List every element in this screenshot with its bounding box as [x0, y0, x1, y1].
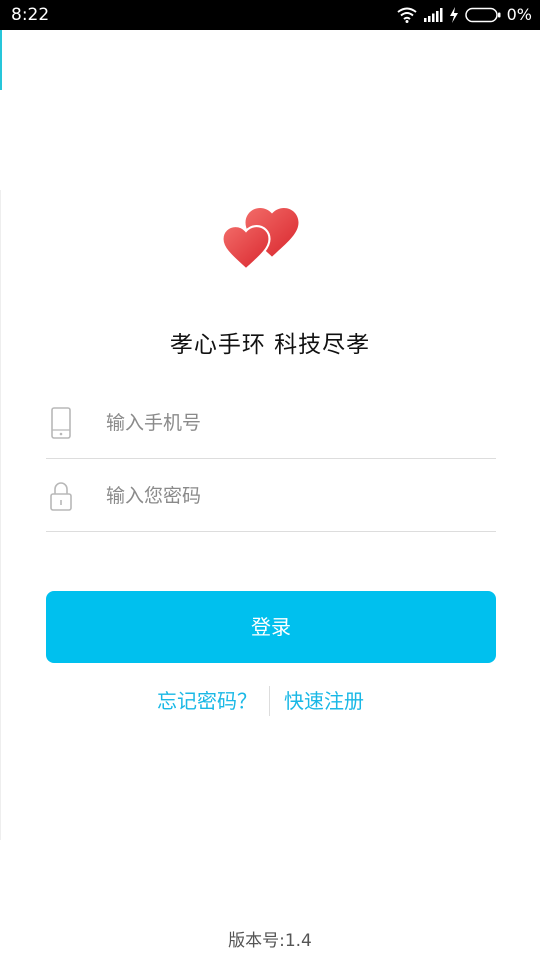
hearts-logo-icon [221, 207, 299, 271]
phone-field [46, 386, 496, 459]
version-label: 版本号:1.4 [228, 931, 312, 951]
edge-accent [0, 30, 2, 90]
phone-input[interactable] [106, 406, 486, 440]
login-button[interactable]: 登录 [46, 591, 496, 663]
charging-icon [449, 7, 458, 23]
status-bar: 8:22 0% [0, 0, 540, 30]
edge-line [0, 190, 1, 840]
wifi-icon [396, 7, 417, 23]
app-title: 孝心手环 科技尽孝 [169, 332, 371, 358]
battery-percent: 0% [506, 5, 532, 24]
quick-register-link[interactable]: 快速注册 [284, 684, 364, 718]
password-input[interactable] [106, 479, 486, 513]
battery-icon [464, 7, 501, 23]
link-divider [269, 686, 270, 716]
status-time: 8:22 [11, 5, 50, 25]
forgot-password-link[interactable]: 忘记密码？ [157, 684, 257, 718]
auth-links: 忘记密码？ 快速注册 [0, 684, 540, 718]
status-icons: 0% [396, 5, 532, 25]
signal-icon [423, 8, 443, 22]
phone-icon [51, 407, 71, 439]
lock-icon [50, 482, 72, 511]
password-field [46, 459, 496, 532]
